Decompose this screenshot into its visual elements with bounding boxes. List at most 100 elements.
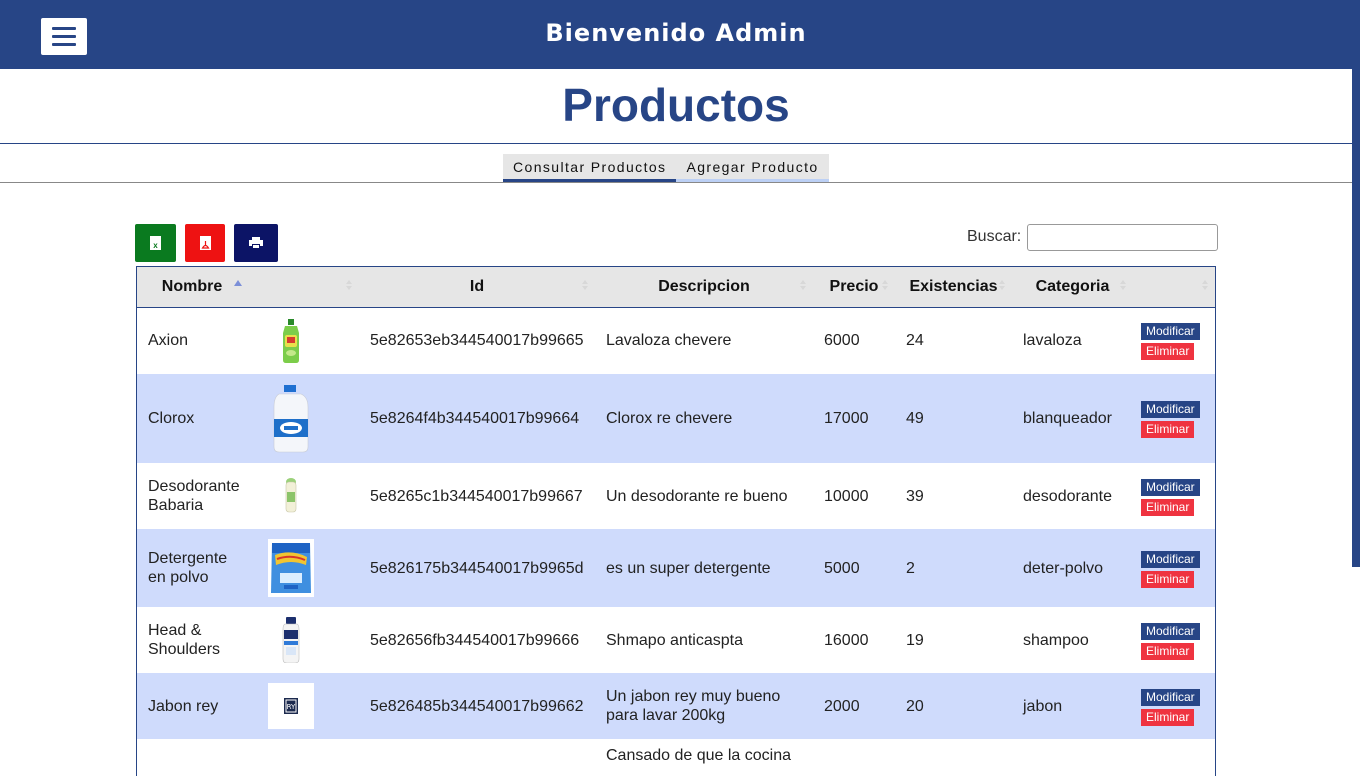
divider [0, 182, 1352, 183]
cell-id: 5e82653eb344540017b99665 [370, 332, 584, 350]
cell-id [359, 739, 595, 776]
tab-bar: Consultar Productos Agregar Producto [503, 154, 829, 182]
sort-icon [800, 280, 806, 290]
column-header-id[interactable]: Id [359, 267, 595, 308]
cell-existencias: 39 [906, 487, 924, 505]
top-navbar: Bienvenido Admin [0, 0, 1360, 69]
modify-button[interactable]: Modificar [1141, 550, 1200, 568]
cell-actions: Modificar Eliminar [1133, 529, 1215, 607]
delete-button[interactable]: Eliminar [1141, 498, 1195, 516]
cell-image [247, 374, 359, 463]
cell-existencias: 49 [906, 410, 924, 427]
tab-consultar-productos[interactable]: Consultar Productos [503, 154, 677, 182]
cell-id: 5e82656fb344540017b99666 [370, 631, 580, 649]
search-input[interactable] [1027, 224, 1218, 251]
modify-button[interactable]: Modificar [1141, 401, 1200, 418]
bleach-jug-image [258, 384, 348, 453]
svg-text:RY: RY [287, 703, 296, 711]
soap-bar-image: RY [258, 683, 348, 729]
sort-icon [999, 280, 1005, 290]
shampoo-bottle-image [258, 617, 348, 663]
tab-agregar-producto[interactable]: Agregar Producto [676, 154, 829, 182]
column-header-precio[interactable]: Precio [813, 267, 895, 308]
column-header-actions[interactable] [1133, 267, 1215, 308]
cell-descripcion: Clorox re chevere [606, 410, 733, 427]
cell-descripcion: Un jabon rey muy bueno para lavar 200kg [606, 688, 781, 724]
cell-actions: Modificar Eliminar [1133, 673, 1215, 739]
cell-image [247, 463, 359, 529]
table-row: Jabon rey RY 5e826485b344540017b99662 Un… [137, 673, 1215, 739]
cell-existencias: 20 [906, 697, 924, 715]
cell-categoria [1012, 739, 1133, 776]
sort-icon [346, 280, 352, 290]
sort-icon [1202, 280, 1208, 290]
delete-button[interactable]: Eliminar [1141, 708, 1195, 726]
cell-categoria: shampoo [1023, 631, 1089, 649]
sort-icon [1120, 280, 1126, 290]
dish-soap-bottle-image [258, 318, 348, 363]
table-row: Axion 5e82653eb344540017b99665 Lavaloza … [137, 307, 1215, 374]
column-header-categoria[interactable]: Categoria [1012, 267, 1133, 308]
products-table: Nombre Id Descripcion Precio Existencias… [137, 267, 1215, 776]
cell-descripcion: Shmapo anticaspta [606, 631, 743, 649]
cell-categoria: desodorante [1023, 487, 1112, 505]
cell-image [247, 739, 359, 776]
cell-actions: Modificar Eliminar [1133, 463, 1215, 529]
table-row: Head & Shoulders 5e82656fb344540017b9966… [137, 607, 1215, 673]
cell-precio [813, 739, 895, 776]
detergent-bag-image [258, 539, 348, 597]
cell-precio: 5000 [824, 559, 860, 577]
delete-button[interactable]: Eliminar [1141, 642, 1195, 660]
export-excel-button[interactable]: x [135, 224, 176, 262]
deodorant-bottle-image [258, 478, 348, 514]
cell-descripcion: Lavaloza chevere [606, 332, 732, 350]
cell-nombre: Axion [148, 332, 189, 350]
cell-categoria: lavaloza [1023, 332, 1082, 350]
cell-id: 5e8265c1b344540017b99667 [370, 487, 583, 505]
table-row: Cansado de que la cocina [137, 739, 1215, 776]
cell-image [247, 307, 359, 374]
cell-precio: 16000 [824, 631, 869, 649]
column-header-nombre[interactable]: Nombre [137, 267, 247, 308]
cell-categoria: jabon [1023, 697, 1063, 715]
export-pdf-button[interactable] [185, 224, 225, 262]
cell-existencias [895, 739, 1012, 776]
cell-actions [1133, 739, 1215, 776]
table-row: Detergente en polvo 5e826175b344540017b9… [137, 529, 1215, 607]
cell-nombre [137, 739, 247, 776]
print-button[interactable] [234, 224, 278, 262]
cell-actions: Modificar Eliminar [1133, 307, 1215, 374]
scrollbar[interactable] [1352, 69, 1360, 567]
delete-button[interactable]: Eliminar [1141, 570, 1195, 588]
divider [0, 143, 1352, 144]
column-header-existencias[interactable]: Existencias [895, 267, 1012, 308]
cell-categoria: deter-polvo [1023, 559, 1104, 577]
cell-nombre: Clorox [148, 410, 195, 427]
cell-categoria: blanqueador [1023, 410, 1112, 427]
delete-button[interactable]: Eliminar [1141, 421, 1195, 438]
cell-precio: 17000 [824, 410, 869, 427]
table-header-row: Nombre Id Descripcion Precio Existencias… [137, 267, 1215, 308]
sort-icon [882, 280, 888, 290]
cell-image: RY [247, 673, 359, 739]
cell-nombre: Head & Shoulders [148, 622, 221, 658]
table-row: Desodorante Babaria 5e8265c1b344540017b9… [137, 463, 1215, 529]
column-header-descripcion[interactable]: Descripcion [595, 267, 813, 308]
cell-precio: 10000 [824, 487, 869, 505]
cell-nombre: Jabon rey [148, 697, 219, 715]
cell-existencias: 2 [906, 559, 915, 577]
cell-id: 5e826485b344540017b99662 [370, 697, 584, 715]
cell-id: 5e826175b344540017b9965d [370, 559, 584, 577]
modify-button[interactable]: Modificar [1141, 478, 1200, 496]
cell-descripcion: Cansado de que la cocina [606, 747, 792, 764]
cell-image [247, 529, 359, 607]
pdf-icon [199, 236, 211, 250]
search-label: Buscar: [967, 228, 1022, 245]
modify-button[interactable]: Modificar [1141, 323, 1200, 341]
modify-button[interactable]: Modificar [1141, 622, 1200, 640]
cell-precio: 6000 [824, 332, 860, 350]
cell-image [247, 607, 359, 673]
column-header-image[interactable] [247, 267, 359, 308]
modify-button[interactable]: Modificar [1141, 688, 1200, 706]
delete-button[interactable]: Eliminar [1141, 343, 1195, 361]
